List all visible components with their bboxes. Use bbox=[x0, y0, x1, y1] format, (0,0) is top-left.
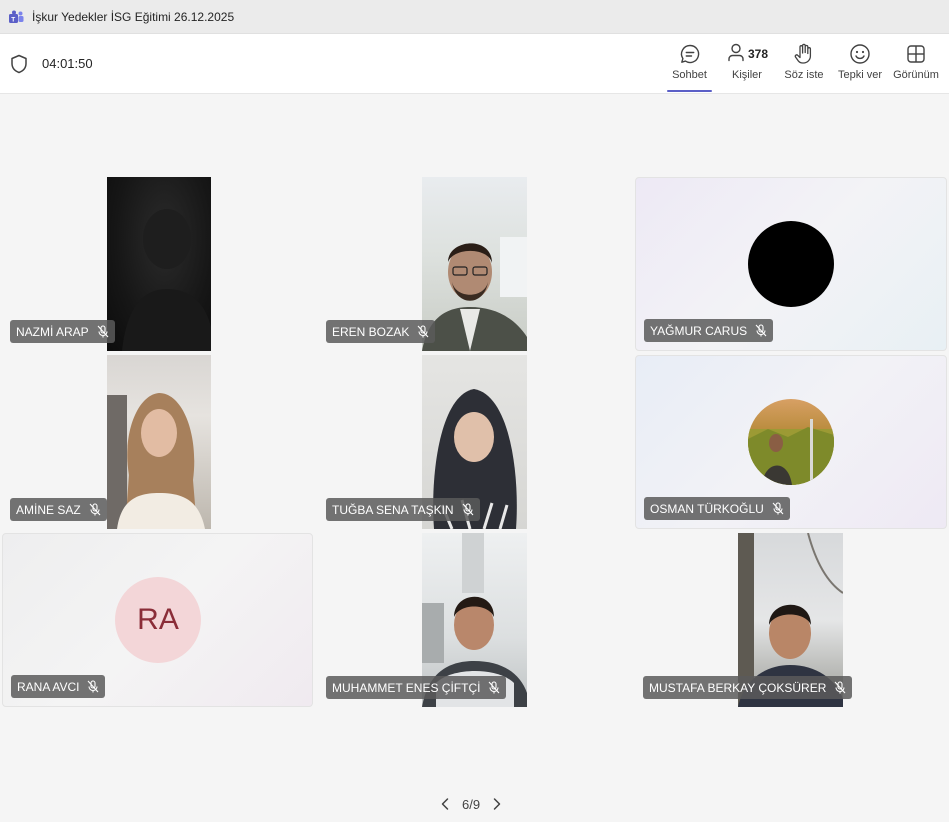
chat-button[interactable]: Sohbet bbox=[667, 42, 712, 92]
raise-hand-button[interactable]: Söz iste bbox=[783, 42, 825, 92]
chevron-right-icon[interactable] bbox=[492, 797, 502, 811]
participant-tile[interactable]: MUSTAFA BERKAY ÇOKSÜRER bbox=[635, 533, 947, 707]
view-icon bbox=[906, 42, 926, 66]
participant-name: OSMAN TÜRKOĞLU bbox=[650, 501, 764, 516]
people-button[interactable]: 378 Kişiler bbox=[724, 42, 770, 92]
raise-hand-icon bbox=[794, 42, 814, 66]
participant-name-badge: AMİNE SAZ bbox=[10, 498, 107, 521]
mic-off-icon bbox=[417, 325, 429, 338]
participant-name-badge: OSMAN TÜRKOĞLU bbox=[644, 497, 790, 520]
title-bar: T İşkur Yedekler İSG Eğitimi 26.12.2025 bbox=[0, 0, 949, 34]
participant-tile[interactable]: NAZMİ ARAP bbox=[2, 177, 313, 351]
participant-name: YAĞMUR CARUS bbox=[650, 323, 748, 338]
avatar bbox=[748, 221, 834, 307]
people-icon-wrap: 378 bbox=[726, 42, 768, 66]
avatar bbox=[748, 399, 834, 485]
people-label: Kişiler bbox=[732, 69, 762, 81]
view-button[interactable]: Görünüm bbox=[893, 42, 939, 92]
react-label: Tepki ver bbox=[837, 69, 883, 81]
people-icon bbox=[726, 42, 746, 67]
mic-off-icon bbox=[755, 324, 767, 337]
participant-name: MUHAMMET ENES ÇİFTÇİ bbox=[332, 680, 481, 695]
participant-name-badge: NAZMİ ARAP bbox=[10, 320, 115, 343]
mic-off-icon bbox=[488, 681, 500, 694]
participant-count: 378 bbox=[747, 47, 769, 61]
participant-name-badge: RANA AVCI bbox=[11, 675, 106, 698]
shield-icon bbox=[10, 54, 30, 74]
mic-off-icon bbox=[834, 681, 846, 694]
page-navigator: 6/9 bbox=[440, 794, 502, 814]
window-title: İşkur Yedekler İSG Eğitimi 26.12.2025 bbox=[32, 9, 235, 24]
mic-off-icon bbox=[772, 502, 784, 515]
meeting-timer: 04:01:50 bbox=[42, 56, 93, 71]
mic-off-icon bbox=[97, 325, 109, 338]
mic-off-icon bbox=[89, 503, 101, 516]
react-button[interactable]: Tepki ver bbox=[838, 42, 882, 92]
participant-name: RANA AVCI bbox=[17, 679, 80, 694]
participant-tile[interactable]: RA RANA AVCI bbox=[2, 533, 313, 707]
participant-video bbox=[422, 177, 527, 351]
participant-tile[interactable]: YAĞMUR CARUS bbox=[635, 177, 947, 351]
page-indicator: 6/9 bbox=[462, 796, 481, 812]
meeting-toolbar: 04:01:50 Sohbet 378 Kişiler Söz iste Tep… bbox=[0, 34, 949, 94]
participant-name-badge: MUSTAFA BERKAY ÇOKSÜRER bbox=[643, 676, 853, 699]
raise-hand-label: Söz iste bbox=[784, 69, 824, 81]
view-label: Görünüm bbox=[893, 69, 939, 81]
participant-video bbox=[107, 355, 211, 529]
participant-tile[interactable]: TUĞBA SENA TAŞKIN bbox=[318, 355, 630, 529]
chat-icon bbox=[679, 42, 701, 66]
participant-name: TUĞBA SENA TAŞKIN bbox=[332, 502, 454, 517]
participant-video bbox=[107, 177, 211, 351]
react-icon bbox=[849, 42, 871, 66]
avatar-initials: RA bbox=[137, 603, 179, 636]
teams-icon: T bbox=[8, 9, 24, 25]
participant-tile[interactable]: AMİNE SAZ bbox=[2, 355, 313, 529]
participant-name-badge: MUHAMMET ENES ÇİFTÇİ bbox=[326, 676, 507, 699]
avatar: RA bbox=[115, 577, 201, 663]
chat-label: Sohbet bbox=[672, 69, 707, 81]
participant-name-badge: EREN BOZAK bbox=[326, 320, 436, 343]
participant-name: AMİNE SAZ bbox=[16, 502, 81, 517]
participant-name-badge: YAĞMUR CARUS bbox=[644, 319, 774, 342]
participant-name: NAZMİ ARAP bbox=[16, 324, 89, 339]
participant-name: EREN BOZAK bbox=[332, 324, 410, 339]
mic-off-icon bbox=[87, 680, 99, 693]
participant-tile[interactable]: EREN BOZAK bbox=[318, 177, 630, 351]
participant-tile[interactable]: OSMAN TÜRKOĞLU bbox=[635, 355, 947, 529]
participant-name-badge: TUĞBA SENA TAŞKIN bbox=[326, 498, 480, 521]
participant-name: MUSTAFA BERKAY ÇOKSÜRER bbox=[649, 680, 827, 695]
svg-text:T: T bbox=[11, 16, 15, 23]
chevron-left-icon[interactable] bbox=[440, 797, 450, 811]
mic-off-icon bbox=[462, 503, 474, 516]
participant-tile[interactable]: MUHAMMET ENES ÇİFTÇİ bbox=[318, 533, 630, 707]
